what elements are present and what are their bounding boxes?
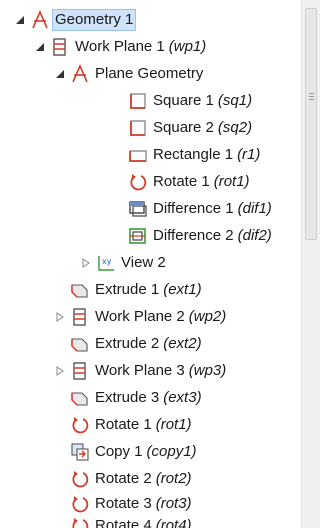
scrollbar-thumb[interactable] bbox=[305, 8, 317, 240]
collapsed-triangle-icon[interactable] bbox=[54, 365, 66, 377]
tree-node-rotate-1[interactable]: Rotate 1 (rot1) bbox=[0, 413, 300, 437]
work-plane-icon bbox=[70, 307, 90, 327]
tree-node-work-plane-3[interactable]: Work Plane 3 (wp3) bbox=[0, 359, 300, 383]
tree-node-rotate-3[interactable]: Rotate 3 (rot3) bbox=[0, 492, 300, 516]
geometry-icon bbox=[70, 64, 90, 84]
tree-node-extrude-3[interactable]: Extrude 3 (ext3) bbox=[0, 386, 300, 410]
tree-node-rectangle-1[interactable]: Rectangle 1 (r1) bbox=[0, 143, 300, 167]
tree-node-square-2[interactable]: Square 2 (sq2) bbox=[0, 116, 300, 140]
tree-node-rotate-2[interactable]: Rotate 2 (rot2) bbox=[0, 467, 300, 491]
tree-node-copy-1[interactable]: Copy 1 (copy1) bbox=[0, 440, 300, 464]
tree-node-difference-2[interactable]: Difference 2 (dif2) bbox=[0, 224, 300, 248]
rotate-icon bbox=[70, 469, 90, 489]
rotate-icon bbox=[128, 172, 148, 192]
rotate-icon bbox=[70, 415, 90, 435]
square-icon bbox=[128, 118, 148, 138]
model-builder-tree: Geometry 1 Work Plane 1 (wp1) Plane Geome… bbox=[0, 0, 300, 528]
extrude-icon bbox=[70, 388, 90, 408]
xy-view-icon: xy bbox=[96, 253, 116, 273]
tree-node-rotate-1-inner[interactable]: Rotate 1 (rot1) bbox=[0, 170, 300, 194]
rotate-icon bbox=[70, 494, 90, 514]
tree-node-extrude-2[interactable]: Extrude 2 (ext2) bbox=[0, 332, 300, 356]
extrude-icon bbox=[70, 334, 90, 354]
copy-icon bbox=[70, 442, 90, 462]
tree-node-plane-geometry[interactable]: Plane Geometry bbox=[0, 62, 300, 86]
tree-node-square-1[interactable]: Square 1 (sq1) bbox=[0, 89, 300, 113]
expanded-triangle-icon[interactable] bbox=[34, 41, 46, 53]
vertical-scrollbar[interactable] bbox=[301, 0, 320, 528]
rotate-icon bbox=[70, 516, 90, 528]
tree-node-geometry-1[interactable]: Geometry 1 bbox=[0, 8, 300, 32]
tree-node-view-2[interactable]: xy View 2 bbox=[0, 251, 300, 275]
work-plane-icon bbox=[70, 361, 90, 381]
expanded-triangle-icon[interactable] bbox=[14, 14, 26, 26]
collapsed-triangle-icon[interactable] bbox=[54, 311, 66, 323]
svg-text:xy: xy bbox=[102, 257, 112, 266]
work-plane-icon bbox=[50, 37, 70, 57]
grip-line bbox=[309, 93, 314, 94]
node-label: Geometry 1 bbox=[52, 9, 137, 31]
grip-line bbox=[309, 99, 314, 100]
extrude-icon bbox=[70, 280, 90, 300]
tree-node-extrude-1[interactable]: Extrude 1 (ext1) bbox=[0, 278, 300, 302]
geometry-icon bbox=[30, 10, 50, 30]
tree-node-difference-1[interactable]: Difference 1 (dif1) bbox=[0, 197, 300, 221]
collapsed-triangle-icon[interactable] bbox=[80, 257, 92, 269]
tree-node-work-plane-2[interactable]: Work Plane 2 (wp2) bbox=[0, 305, 300, 329]
rectangle-icon bbox=[128, 145, 148, 165]
tree-node-work-plane-1[interactable]: Work Plane 1 (wp1) bbox=[0, 35, 300, 59]
square-icon bbox=[128, 91, 148, 111]
difference-icon bbox=[128, 226, 148, 246]
difference-icon bbox=[128, 199, 148, 219]
grip-line bbox=[309, 96, 314, 97]
tree-node-rotate-4[interactable]: Rotate 4 (rot4) bbox=[0, 514, 300, 528]
expanded-triangle-icon[interactable] bbox=[54, 68, 66, 80]
